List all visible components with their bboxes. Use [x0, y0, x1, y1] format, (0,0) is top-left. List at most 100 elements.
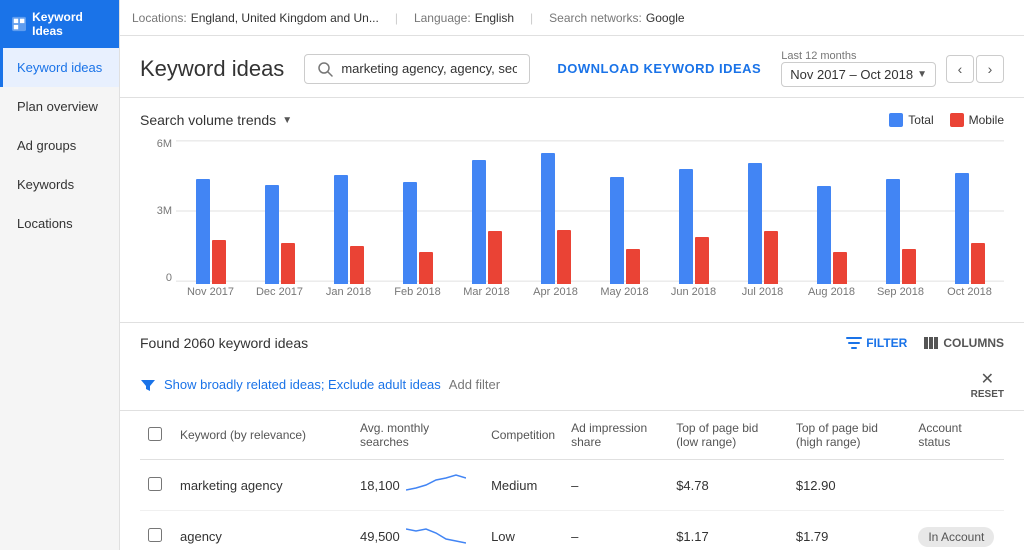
main-content: Keyword ideas DOWNLOAD KEYWORD IDEAS Las…: [120, 36, 1024, 550]
bar-mobile: [350, 246, 364, 284]
x-axis-label: Nov 2017: [176, 286, 245, 308]
bar-mobile: [902, 249, 916, 284]
bar-total: [610, 177, 624, 284]
col-header-avg_monthly: Avg. monthly searches: [352, 411, 483, 460]
table-header-row: Keyword (by relevance)Avg. monthly searc…: [140, 411, 1004, 460]
bar-group: [314, 138, 383, 284]
sidebar-item-keyword-ideas[interactable]: Keyword ideas: [0, 48, 119, 87]
topbar-language-label: Language:: [414, 11, 471, 25]
bar-total: [472, 160, 486, 284]
download-keyword-ideas-button[interactable]: DOWNLOAD KEYWORD IDEAS: [557, 61, 761, 76]
date-range-select[interactable]: Nov 2017 – Oct 2018 ▼: [781, 62, 936, 87]
row-checkbox[interactable]: [148, 477, 162, 491]
topbar-language-value: English: [475, 11, 514, 25]
search-bar[interactable]: [304, 54, 530, 84]
x-axis-label: May 2018: [590, 286, 659, 308]
x-axis-label: Dec 2017: [245, 286, 314, 308]
legend-dot: [889, 113, 903, 127]
ad-impression-cell: –: [563, 460, 668, 511]
bar-group: [452, 138, 521, 284]
columns-icon: [923, 335, 939, 351]
bar-total: [748, 163, 762, 284]
bar-total: [886, 179, 900, 284]
columns-button[interactable]: COLUMNS: [923, 335, 1004, 351]
bar-mobile: [557, 230, 571, 284]
bar-total: [817, 186, 831, 284]
filter-tag[interactable]: Show broadly related ideas; Exclude adul…: [164, 377, 441, 392]
bar-total: [541, 153, 555, 284]
chart-legend: TotalMobile: [889, 113, 1004, 127]
header-row: Keyword ideas DOWNLOAD KEYWORD IDEAS Las…: [120, 36, 1024, 98]
top-bid-low-cell: $4.78: [668, 460, 788, 511]
search-icon: [317, 61, 333, 77]
legend-dot: [950, 113, 964, 127]
topbar-network-value: Google: [646, 11, 685, 25]
logo-icon: [12, 16, 26, 32]
reset-x-icon: ✕: [981, 369, 994, 389]
keywords-table: Keyword (by relevance)Avg. monthly searc…: [140, 411, 1004, 550]
reset-button[interactable]: ✕ RESET: [971, 369, 1004, 400]
search-input[interactable]: [341, 61, 517, 76]
bar-group: [521, 138, 590, 284]
bar-mobile: [212, 240, 226, 284]
bar-mobile: [488, 231, 502, 284]
topbar-network-label: Search networks:: [549, 11, 642, 25]
page-title: Keyword ideas: [140, 56, 284, 82]
sidebar-item-ad-groups[interactable]: Ad groups: [0, 126, 119, 165]
chart-container: 6M3M0 Nov 2017Dec 2017Jan 2018Feb 2018Ma…: [140, 138, 1004, 308]
y-axis-label: 0: [166, 272, 172, 284]
table-wrap: Keyword (by relevance)Avg. monthly searc…: [120, 411, 1024, 550]
sidebar-item-locations[interactable]: Locations: [0, 204, 119, 243]
topbar-locations-value: England, United Kingdom and Un...: [191, 11, 379, 25]
bars-wrapper: [176, 138, 1004, 284]
top-bid-high-cell: $1.79: [788, 511, 910, 550]
row-checkbox[interactable]: [148, 528, 162, 542]
x-axis: Nov 2017Dec 2017Jan 2018Feb 2018Mar 2018…: [176, 286, 1004, 308]
sidebar-item-keywords[interactable]: Keywords: [0, 165, 119, 204]
topbar-locations: Locations: England, United Kingdom and U…: [132, 11, 379, 25]
sidebar-item-plan-overview[interactable]: Plan overview: [0, 87, 119, 126]
in-account-badge: In Account: [918, 527, 994, 547]
select-all-checkbox[interactable]: [148, 427, 162, 441]
top-bid-low-cell: $1.17: [668, 511, 788, 550]
results-header: Found 2060 keyword ideas FILTER COLUMNS: [120, 323, 1024, 363]
bar-mobile: [833, 252, 847, 284]
chart-dropdown-arrow-icon[interactable]: ▼: [282, 115, 292, 126]
table-row: agency 49,500 Low–$1.17$1.79In Account: [140, 511, 1004, 550]
bar-group: [866, 138, 935, 284]
bar-mobile: [281, 243, 295, 284]
topbar: Locations: England, United Kingdom and U…: [120, 0, 1024, 36]
account-status-cell: [910, 460, 1004, 511]
avg-monthly-cell: 49,500: [352, 511, 483, 550]
bar-mobile: [419, 252, 433, 284]
prev-period-button[interactable]: ‹: [946, 55, 974, 83]
filter-funnel-icon: [140, 377, 156, 393]
x-axis-label: Jun 2018: [659, 286, 728, 308]
results-buttons: FILTER COLUMNS: [846, 335, 1004, 351]
date-range-period: Last 12 months Nov 2017 – Oct 2018 ▼: [781, 50, 936, 87]
topbar-language: Language: English: [414, 11, 514, 25]
y-axis-label: 3M: [157, 205, 172, 217]
bar-total: [196, 179, 210, 284]
x-axis-label: Jan 2018: [314, 286, 383, 308]
sidebar-items: Keyword ideasPlan overviewAd groupsKeywo…: [0, 48, 119, 243]
date-range-area: Last 12 months Nov 2017 – Oct 2018 ▼ ‹ ›: [781, 50, 1004, 87]
topbar-locations-label: Locations:: [132, 11, 187, 25]
chart-title: Search volume trends: [140, 112, 276, 128]
sidebar: Keyword Ideas Keyword ideasPlan overview…: [0, 0, 120, 550]
chart-area: [176, 138, 1004, 284]
avg-monthly-cell: 18,100: [352, 460, 483, 511]
add-filter-button[interactable]: Add filter: [449, 377, 500, 392]
bar-total: [334, 175, 348, 285]
top-bid-high-cell: $12.90: [788, 460, 910, 511]
keyword-cell: agency: [172, 511, 352, 550]
competition-cell: Low: [483, 511, 563, 550]
sidebar-logo[interactable]: Keyword Ideas: [0, 0, 119, 48]
account-status-cell: In Account: [910, 511, 1004, 550]
x-axis-label: Mar 2018: [452, 286, 521, 308]
next-period-button[interactable]: ›: [976, 55, 1004, 83]
table-head: Keyword (by relevance)Avg. monthly searc…: [140, 411, 1004, 460]
filter-button[interactable]: FILTER: [846, 335, 907, 351]
col-header-checkbox: [140, 411, 172, 460]
x-axis-label: Oct 2018: [935, 286, 1004, 308]
